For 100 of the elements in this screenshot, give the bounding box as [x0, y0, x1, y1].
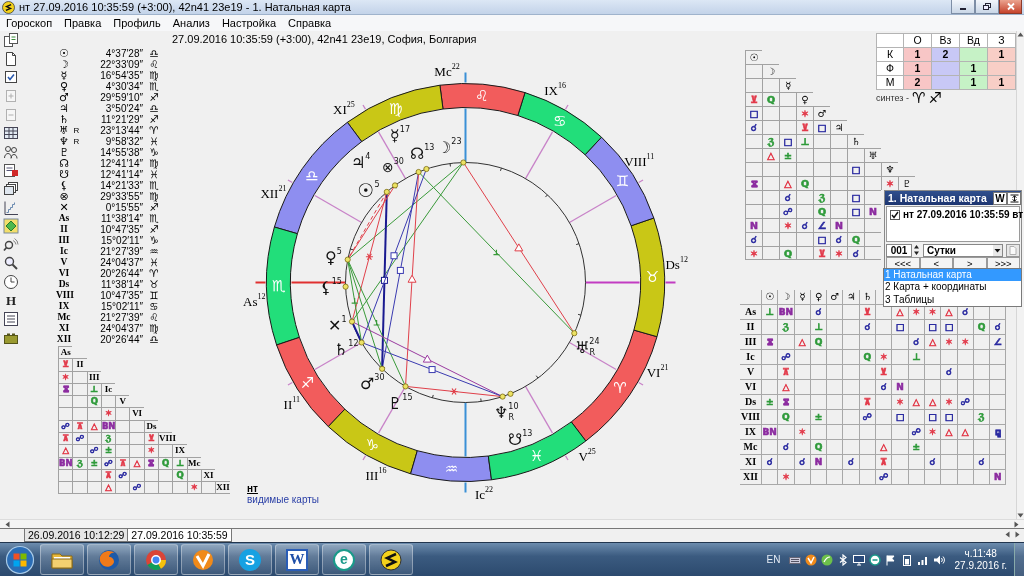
tab-left-icon[interactable]: [1004, 531, 1011, 538]
menu-item[interactable]: Справка: [282, 16, 338, 30]
aspect-symbol: □: [895, 322, 905, 332]
minimize-button[interactable]: [951, 0, 975, 14]
position-value: 29°59′10″: [99, 92, 143, 103]
tab-right-icon[interactable]: [1014, 531, 1021, 538]
aspect-symbol: ☍: [75, 433, 85, 444]
toolbar-button[interactable]: [2, 272, 20, 292]
aspect-symbol: △: [929, 397, 937, 407]
tray-time[interactable]: ч.11:48: [964, 547, 997, 560]
menu-item[interactable]: Настройка: [215, 16, 283, 30]
aspect-symbol: ☌: [784, 192, 792, 203]
battery-icon[interactable]: [900, 553, 913, 566]
zodiac-sign: ♒: [444, 460, 459, 478]
table-cell: 2: [932, 48, 960, 62]
planet-label: ⚸$^{15}$: [320, 276, 342, 297]
collapse-button[interactable]: [1007, 191, 1021, 205]
house-label: XII: [215, 481, 230, 494]
position-value: 15°02′11″: [99, 301, 143, 312]
position-value: 10°47′35″: [99, 290, 143, 301]
row-header: К: [877, 48, 904, 62]
position-marker-icon: [571, 330, 578, 337]
menu-item[interactable]: Гороскоп: [0, 16, 59, 30]
position-value: 22°33′09″: [99, 59, 143, 70]
planet-glyph: ☉: [745, 50, 762, 64]
zodiac-sign: ♌: [475, 87, 489, 106]
table-cell: [810, 365, 828, 380]
aspect-symbol: ☌: [880, 382, 887, 392]
mode-button[interactable]: W: [993, 191, 1007, 205]
period-select[interactable]: Сутки: [923, 243, 1003, 257]
tab[interactable]: 27.09.2016 10:35:59: [127, 529, 232, 542]
visible-charts-link[interactable]: видимые карты: [247, 494, 319, 505]
position-value: 12°41′14″: [99, 158, 143, 169]
menu-item[interactable]: Анализ: [166, 16, 216, 30]
restore-icon: [982, 2, 992, 11]
aspect-symbol: ✶: [886, 178, 894, 189]
toolbar-button[interactable]: [2, 161, 20, 180]
restore-button[interactable]: [975, 0, 999, 14]
aspect-symbol: Q: [851, 234, 861, 245]
table-cell: [990, 380, 1007, 395]
show-desktop-button[interactable]: [1014, 542, 1024, 576]
language-indicator[interactable]: EN: [766, 553, 781, 566]
aspect-symbol: ✶: [928, 427, 937, 437]
list-item[interactable]: 2 Карта + координаты: [884, 281, 1021, 294]
house-label: Mc$^{22}$: [434, 61, 460, 79]
taskbar-button[interactable]: [369, 544, 413, 575]
table-cell: [830, 176, 847, 190]
minus-circle-icon[interactable]: [868, 553, 881, 566]
swoosh-icon[interactable]: [820, 553, 833, 566]
planet-glyph: ☉: [58, 48, 70, 59]
close-button[interactable]: [999, 0, 1022, 14]
aspect-symbol: △: [105, 482, 112, 493]
table-cell: [58, 481, 73, 494]
tab[interactable]: 26.09.2016 10:12:29: [24, 529, 129, 542]
flag-icon[interactable]: [884, 553, 897, 566]
aspect-symbol: ✶: [879, 352, 888, 362]
aspect-symbol: □: [851, 164, 861, 175]
scroll-right-icon[interactable]: [1013, 520, 1020, 528]
aspect-symbol: ℨ: [105, 433, 112, 444]
spin-arrows-icon[interactable]: [913, 244, 920, 256]
table-cell: [827, 350, 844, 365]
house-label: XI: [57, 323, 71, 334]
house-label: XII$^{21}$: [260, 183, 287, 201]
position-value: 23°13′44″: [99, 125, 143, 136]
aspect-symbol: Q: [814, 337, 823, 347]
aspect-symbol: △: [945, 427, 953, 437]
tray-date[interactable]: 27.9.2016 г.: [954, 559, 1007, 572]
horizontal-scrollbar[interactable]: [0, 519, 1024, 528]
planet-glyph: ☿: [59, 70, 69, 81]
monitor-icon[interactable]: [852, 553, 865, 566]
aspect-symbol: ✶: [750, 248, 758, 259]
menu-item[interactable]: Профиль: [107, 16, 167, 30]
table-cell: 1: [904, 48, 932, 62]
aspect-symbol: ☌: [864, 322, 871, 332]
aspect-symbol: ⊼: [119, 457, 127, 468]
toolbar-button[interactable]: H: [2, 291, 20, 310]
sign-glyph: ♍: [148, 70, 160, 81]
tick-icon[interactable]: [804, 553, 817, 566]
toolbar-button[interactable]: [2, 309, 20, 329]
aspect-symbol: N: [994, 472, 1002, 482]
checkbox[interactable]: [890, 210, 900, 220]
step-field[interactable]: 001: [886, 243, 912, 257]
house-label: IX: [57, 301, 71, 312]
list-item[interactable]: 3 Таблицы: [884, 293, 1021, 307]
chart-entry[interactable]: нт 27.09.2016 10:35:59 вт: [903, 209, 1024, 221]
sign-glyph: ♐: [148, 202, 160, 213]
speaker-icon[interactable]: [932, 553, 945, 566]
sign-glyph: ♈: [148, 268, 160, 279]
house-label: IX$^{16}$: [544, 80, 566, 98]
aspect-symbol: ✶: [798, 427, 806, 437]
scroll-left-icon[interactable]: [4, 520, 11, 528]
toolbar-button[interactable]: [2, 216, 20, 236]
toolbar-button[interactable]: [2, 31, 20, 50]
aspect-symbol: △: [912, 397, 920, 407]
aspect-symbol: Q: [90, 396, 98, 407]
grid-icon: [3, 125, 19, 142]
aspect-symbol: N: [835, 220, 843, 231]
taskbar-button[interactable]: [181, 544, 225, 575]
menu-item[interactable]: Правка: [58, 16, 108, 30]
taskbar-button[interactable]: W: [275, 544, 319, 575]
